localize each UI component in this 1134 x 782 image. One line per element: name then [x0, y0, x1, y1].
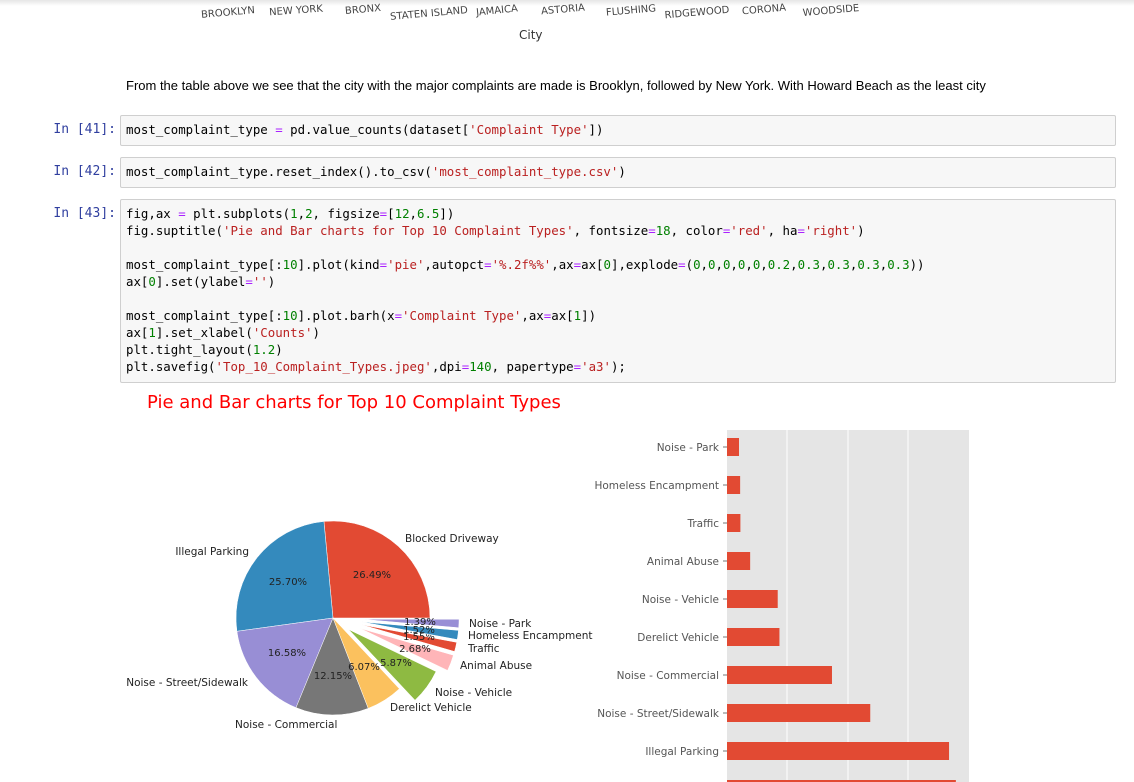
- previous-chart-x-tick: STATEN ISLAND: [389, 5, 469, 23]
- cell-42-prompt: In [42]:: [53, 164, 116, 179]
- cell-42-code[interactable]: most_complaint_type.reset_index().to_csv…: [121, 158, 1115, 180]
- cell-43-code[interactable]: fig,ax = plt.subplots(1,2, figsize=[12,6…: [121, 200, 1115, 375]
- previous-chart-x-tick: BRONX: [344, 2, 382, 18]
- previous-chart-x-tick: NEW YORK: [268, 3, 324, 19]
- pie-slice-label: Homeless Encampment: [468, 630, 593, 642]
- pie-chart: Blocked Driveway 26.49% Illegal Parking 25.…: [126, 520, 593, 731]
- figure-suptitle: Pie and Bar charts for Top 10 Complaint …: [147, 392, 561, 413]
- barh-bar: [727, 476, 741, 494]
- barh-bar: [727, 514, 741, 532]
- previous-chart-x-tick: ASTORIA: [540, 2, 586, 18]
- pie-slice-label: Noise - Park: [469, 618, 532, 630]
- barh-bar: [727, 552, 751, 570]
- barh-tick-label: Animal Abuse: [647, 556, 719, 568]
- cell-42-input[interactable]: most_complaint_type.reset_index().to_csv…: [120, 157, 1116, 188]
- barh-bar: [727, 438, 740, 456]
- pie-pct-label: 6.07%: [348, 662, 380, 673]
- pie-pct-label: 16.58%: [268, 648, 306, 659]
- pie-pct-label: 2.68%: [399, 644, 431, 655]
- pie-slice-label: Noise - Vehicle: [435, 687, 512, 699]
- pie-pct-label: 12.15%: [314, 671, 352, 682]
- barh-tick-label: Illegal Parking: [645, 746, 719, 758]
- barh-bar: [727, 704, 871, 722]
- pie-slice-label: Noise - Street/Sidewalk: [126, 677, 249, 689]
- pie-slice-label: Derelict Vehicle: [390, 702, 472, 714]
- previous-chart-xlabel: City: [519, 28, 543, 42]
- previous-chart-x-tick: CORONA: [741, 2, 787, 18]
- barh-bar: [727, 742, 950, 760]
- previous-chart-x-tick: BROOKLYN: [200, 5, 256, 21]
- barh-tick-label: Noise - Vehicle: [642, 594, 719, 606]
- cell-43-prompt: In [43]:: [53, 206, 116, 221]
- pie-pct-label: 25.70%: [269, 577, 307, 588]
- barh-bar: [727, 666, 832, 684]
- barh-tick-label: Noise - Park: [657, 442, 720, 454]
- markdown-paragraph: From the table above we see that the cit…: [126, 78, 986, 93]
- barh-bar: [727, 628, 780, 646]
- cell-43-input[interactable]: fig,ax = plt.subplots(1,2, figsize=[12,6…: [120, 199, 1116, 383]
- barh-tick-label: Noise - Street/Sidewalk: [597, 708, 720, 720]
- barh-bar: [727, 590, 778, 608]
- barh-tick-label: Homeless Encampment: [594, 480, 719, 492]
- pie-slice-label: Blocked Driveway: [405, 533, 499, 545]
- pie-pct-label: 26.49%: [353, 570, 391, 581]
- pie-slice-label: Illegal Parking: [175, 546, 249, 558]
- barh-tick-label: Derelict Vehicle: [637, 632, 719, 644]
- previous-chart-x-tick: RIDGEWOOD: [664, 4, 730, 22]
- barh-chart: Noise - Park Homeless Encampment Traffic An…: [594, 430, 969, 782]
- cell-41-input[interactable]: most_complaint_type = pd.value_counts(da…: [120, 115, 1116, 146]
- barh-tick-label: Noise - Commercial: [617, 670, 719, 682]
- barh-tick-label: Traffic: [686, 518, 719, 530]
- pie-slice-label: Animal Abuse: [460, 660, 532, 672]
- pie-slice-label: Noise - Commercial: [235, 719, 337, 731]
- pie-slice-label: Traffic: [467, 643, 500, 655]
- pie-pct-label: 5.87%: [380, 658, 412, 669]
- cell-41-code[interactable]: most_complaint_type = pd.value_counts(da…: [121, 116, 1115, 138]
- output-figure: Blocked Driveway 26.49% Illegal Parking 25.…: [126, 430, 969, 782]
- cell-41-prompt: In [41]:: [53, 122, 116, 137]
- pie-pct-label: 1.39%: [404, 617, 436, 628]
